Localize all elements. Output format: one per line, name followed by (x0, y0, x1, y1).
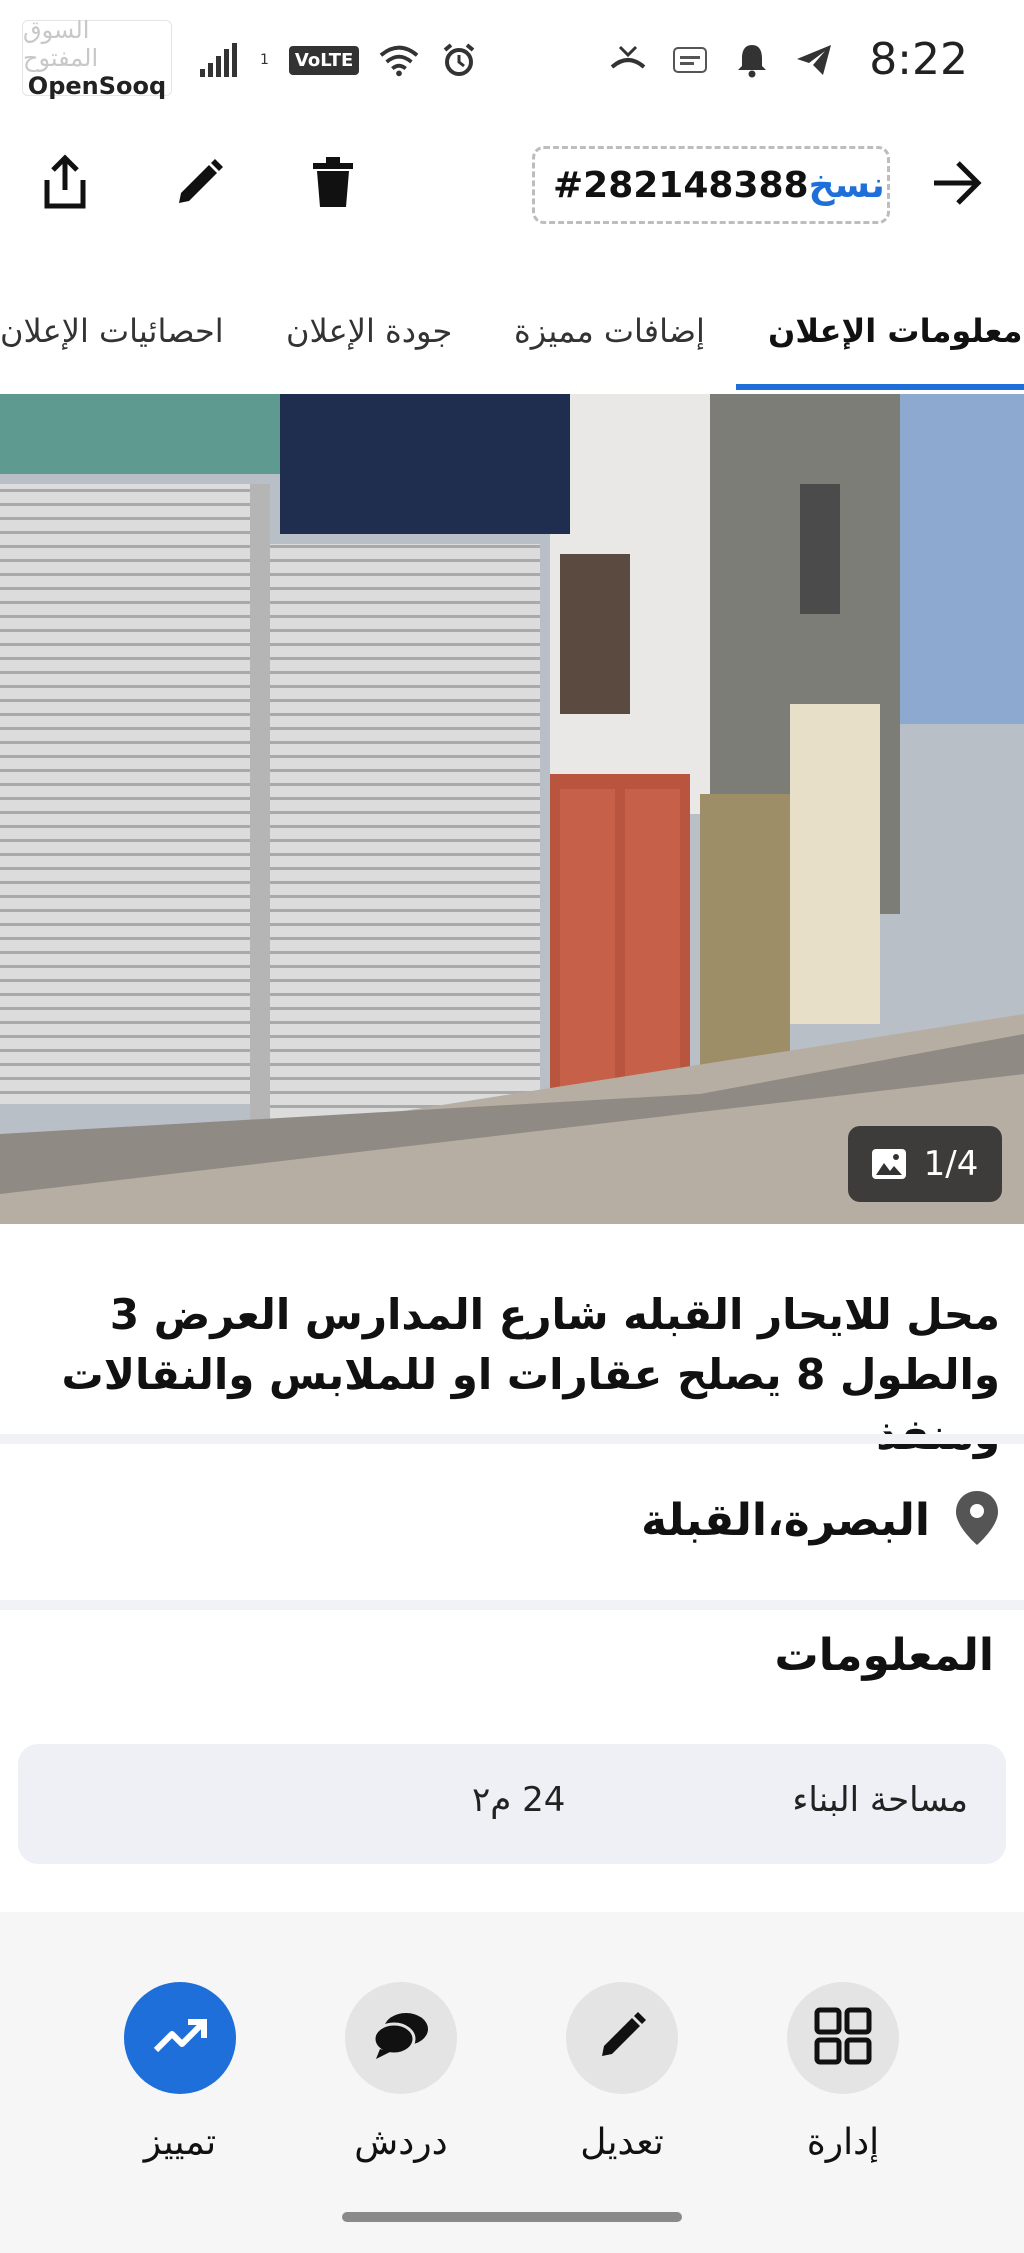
info-value: 24 م٢ (472, 1780, 566, 1820)
status-icons-right (608, 40, 834, 80)
volte-badge: VoLTE (288, 45, 360, 75)
active-tab-indicator (736, 384, 1024, 390)
info-row-building-area: مساحة البناء 24 م٢ (18, 1744, 1006, 1864)
status-icons-left: 1 VoLTE (200, 40, 479, 80)
signal-icon (200, 40, 240, 80)
back-arrow-icon (932, 160, 982, 210)
alarm-icon (439, 40, 479, 80)
watermark-english: OpenSooq (27, 72, 167, 100)
promote-action[interactable]: تمييز (105, 1982, 255, 2163)
manage-action[interactable]: إدارة (768, 1982, 918, 2163)
trending-up-icon (152, 2018, 208, 2058)
listing-location[interactable]: البصرة،القبلة (24, 1480, 1000, 1560)
pencil-icon (596, 2010, 648, 2066)
chat-icon (372, 2011, 430, 2065)
storefront-image (0, 394, 1024, 1224)
sim-slot-label: 1 (260, 52, 269, 68)
grid-icon (814, 2007, 872, 2069)
bottom-action-bar: إدارة تعديل دردش تمييز (0, 1912, 1024, 2253)
section-divider (0, 1600, 1024, 1610)
opensooq-app-icon (670, 40, 710, 80)
telegram-icon (794, 40, 834, 80)
edit-listing-button[interactable] (566, 1982, 678, 2094)
listing-photo[interactable]: 1/4 (0, 394, 1024, 1224)
tab-premium-addons[interactable]: إضافات مميزة (514, 312, 705, 350)
status-bar: السوق المفتوح OpenSooq 1 VoLTE 8:22 (0, 0, 1024, 120)
home-indicator[interactable] (342, 2212, 682, 2222)
tab-bar: معلومات الإعلان إضافات مميزة جودة الإعلا… (0, 292, 1024, 392)
chat-action[interactable]: دردش (326, 1982, 476, 2163)
promote-button[interactable] (124, 1982, 236, 2094)
edit-label: تعديل (580, 2122, 664, 2163)
edit-icon (173, 157, 225, 213)
tab-ad-quality[interactable]: جودة الإعلان (286, 312, 452, 350)
manage-button[interactable] (787, 1982, 899, 2094)
location-pin-icon (954, 1489, 1000, 1551)
copy-ad-id-button[interactable]: نسخ (809, 165, 885, 206)
wifi-icon (379, 40, 419, 80)
image-counter-text: 1/4 (923, 1144, 979, 1184)
watermark-arabic: السوق المفتوح (23, 16, 99, 72)
edit-button[interactable] (164, 150, 234, 220)
image-counter-badge: 1/4 (848, 1126, 1002, 1202)
image-gallery-icon (871, 1149, 906, 1179)
share-button[interactable] (30, 150, 100, 220)
notification-bell-icon (732, 40, 772, 80)
edit-action[interactable]: تعديل (547, 1982, 697, 2163)
status-time: 8:22 (869, 34, 968, 85)
top-toolbar: #282148388 نسخ (0, 130, 1024, 240)
chat-label: دردش (354, 2122, 448, 2163)
delete-button[interactable] (298, 150, 368, 220)
ad-id-box[interactable]: #282148388 نسخ (532, 146, 890, 224)
chat-button[interactable] (345, 1982, 457, 2094)
missed-call-icon (608, 40, 648, 80)
opensooq-watermark: السوق المفتوح OpenSooq (22, 16, 172, 100)
info-label: مساحة البناء (792, 1780, 968, 1820)
tab-ad-statistics[interactable]: احصائيات الإعلان (0, 312, 224, 350)
section-divider (0, 1434, 1024, 1444)
location-text: البصرة،القبلة (641, 1494, 930, 1546)
promote-label: تمييز (143, 2122, 217, 2163)
manage-label: إدارة (806, 2122, 880, 2163)
info-section-heading: المعلومات (774, 1630, 994, 1681)
back-button[interactable] (922, 150, 992, 220)
ad-id-number: #282148388 (553, 164, 809, 206)
share-icon (39, 154, 91, 216)
tab-ad-info[interactable]: معلومات الإعلان (768, 312, 1022, 350)
delete-icon (311, 157, 355, 213)
